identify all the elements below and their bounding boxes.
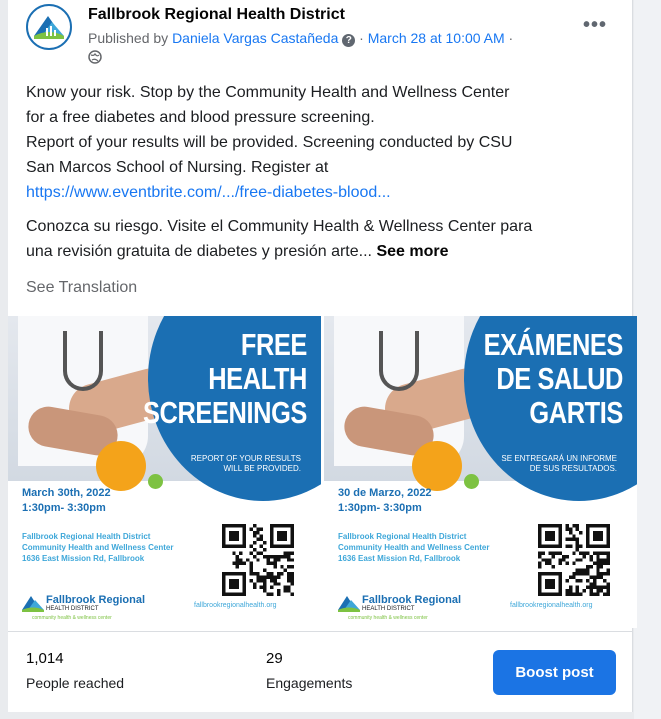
qr-code-icon [222,524,294,596]
engagements-value: 29 [266,650,283,667]
green-circle [464,474,479,489]
post-meta: Published by Daniela Vargas Castañeda ? … [88,30,513,47]
post-text-line: una revisión gratuita de diabetes y pres… [26,243,377,260]
page-name[interactable]: Fallbrook Regional Health District [88,6,345,24]
post-text: Know your risk. Stop by the Community He… [26,80,626,264]
post-header: Fallbrook Regional Health District Publi… [26,4,626,64]
address-line: 1636 East Mission Rd, Fallbrook [338,554,461,563]
flyer-address: Fallbrook Regional Health District Commu… [22,531,173,564]
post-text-line: Report of your results will be provided.… [26,134,513,151]
meta-trailing-dot: · [504,30,514,46]
divider [8,631,633,632]
post-text-line: Conozca su riesgo. Visite el Community H… [26,218,533,235]
report-line: WILL BE PROVIDED. [223,464,302,473]
report-line: REPORT OF YOUR RESULTS [190,454,301,463]
headline-line: FREE [240,327,308,362]
district-logo-icon [29,7,69,47]
see-more-link[interactable]: See more [376,243,448,260]
see-translation-link[interactable]: See Translation [26,279,137,297]
flyer-image-spanish[interactable]: EXÁMENES DE SALUD GARTIS SE ENTREGARÁ UN… [324,316,637,628]
address-line: Fallbrook Regional Health District [338,532,467,541]
post-text-line: San Marcos School of Nursing. Register a… [26,159,329,176]
meta-separator: · [355,30,368,46]
logo-subtitle: HEALTH DISTRICT [362,606,415,612]
time-line: 1:30pm- 3:30pm [22,502,106,514]
more-options-button[interactable]: ••• [583,14,607,37]
eventbrite-link[interactable]: https://www.eventbrite.com/.../free-diab… [26,184,391,201]
logo-title: Fallbrook Regional [362,594,462,606]
district-logo-icon [22,596,44,612]
engagements-label: Engagements [266,675,353,691]
green-circle [148,474,163,489]
people-reached-label: People reached [26,675,125,691]
post-text-line: Know your risk. Stop by the Community He… [26,84,510,101]
headline-line: EXÁMENES [483,327,624,362]
flyer-report-note: REPORT OF YOUR RESULTS WILL BE PROVIDED. [161,454,301,474]
logo-title: Fallbrook Regional [46,594,146,606]
flyer-image-english[interactable]: FREE HEALTH SCREENINGS REPORT OF YOUR RE… [8,316,321,628]
engagements-stat[interactable]: 29 Engagements [266,650,352,692]
logo-tagline: community health & wellness center [32,615,112,621]
headline-line: HEALTH [208,361,307,396]
address-line: Community Health and Wellness Center [338,543,490,552]
flyer-date: March 30th, 2022 1:30pm- 3:30pm [22,486,111,516]
flyer-headline: FREE HEALTH SCREENINGS [143,328,307,430]
report-line: DE SUS RESULTADOS. [529,464,617,473]
orange-circle [412,441,462,491]
published-by-prefix: Published by [88,30,173,46]
address-line: Community Health and Wellness Center [22,543,174,552]
globe-icon[interactable] [88,50,102,64]
author-link[interactable]: Daniela Vargas Castañeda [172,30,338,46]
report-line: SE ENTREGARÁ UN INFORME [501,454,617,463]
date-line: March 30th, 2022 [22,487,111,499]
help-icon[interactable]: ? [342,34,356,47]
right-gutter [634,0,661,719]
boost-post-button[interactable]: Boost post [493,650,616,695]
post-text-line: for a free diabetes and blood pressure s… [26,109,375,126]
time-line: 1:30pm- 3:30pm [338,502,422,514]
flyer-headline: EXÁMENES DE SALUD GARTIS [483,327,624,430]
logo-tagline: community health & wellness center [348,615,428,621]
headline-line: GARTIS [529,395,623,430]
post-date-link[interactable]: March 28 at 10:00 AM [368,30,505,46]
headline-line: DE SALUD [496,361,623,396]
qr-code-icon [538,524,610,596]
flyer-date: 30 de Marzo, 2022 1:30pm- 3:30pm [338,486,432,516]
page-avatar[interactable] [26,4,72,50]
district-logo-icon [338,596,360,612]
logo-subtitle: HEALTH DISTRICT [46,606,99,612]
people-reached-value: 1,014 [26,650,64,667]
bottom-separator [8,712,633,719]
flyer-logo: Fallbrook Regional HEALTH DISTRICT commu… [22,590,152,624]
flyer-website: fallbrookregionalhealth.org [510,602,593,609]
orange-circle [96,441,146,491]
address-line: Fallbrook Regional Health District [22,532,151,541]
flyer-report-note: SE ENTREGARÁ UN INFORME DE SUS RESULTADO… [477,454,617,474]
flyer-website: fallbrookregionalhealth.org [194,602,277,609]
post-card: Fallbrook Regional Health District Publi… [8,0,637,719]
headline-line: SCREENINGS [143,395,307,430]
people-reached-stat[interactable]: 1,014 People reached [26,650,124,692]
flyer-address: Fallbrook Regional Health District Commu… [338,531,489,564]
flyer-logo: Fallbrook Regional HEALTH DISTRICT commu… [338,590,468,624]
date-line: 30 de Marzo, 2022 [338,487,432,499]
address-line: 1636 East Mission Rd, Fallbrook [22,554,145,563]
